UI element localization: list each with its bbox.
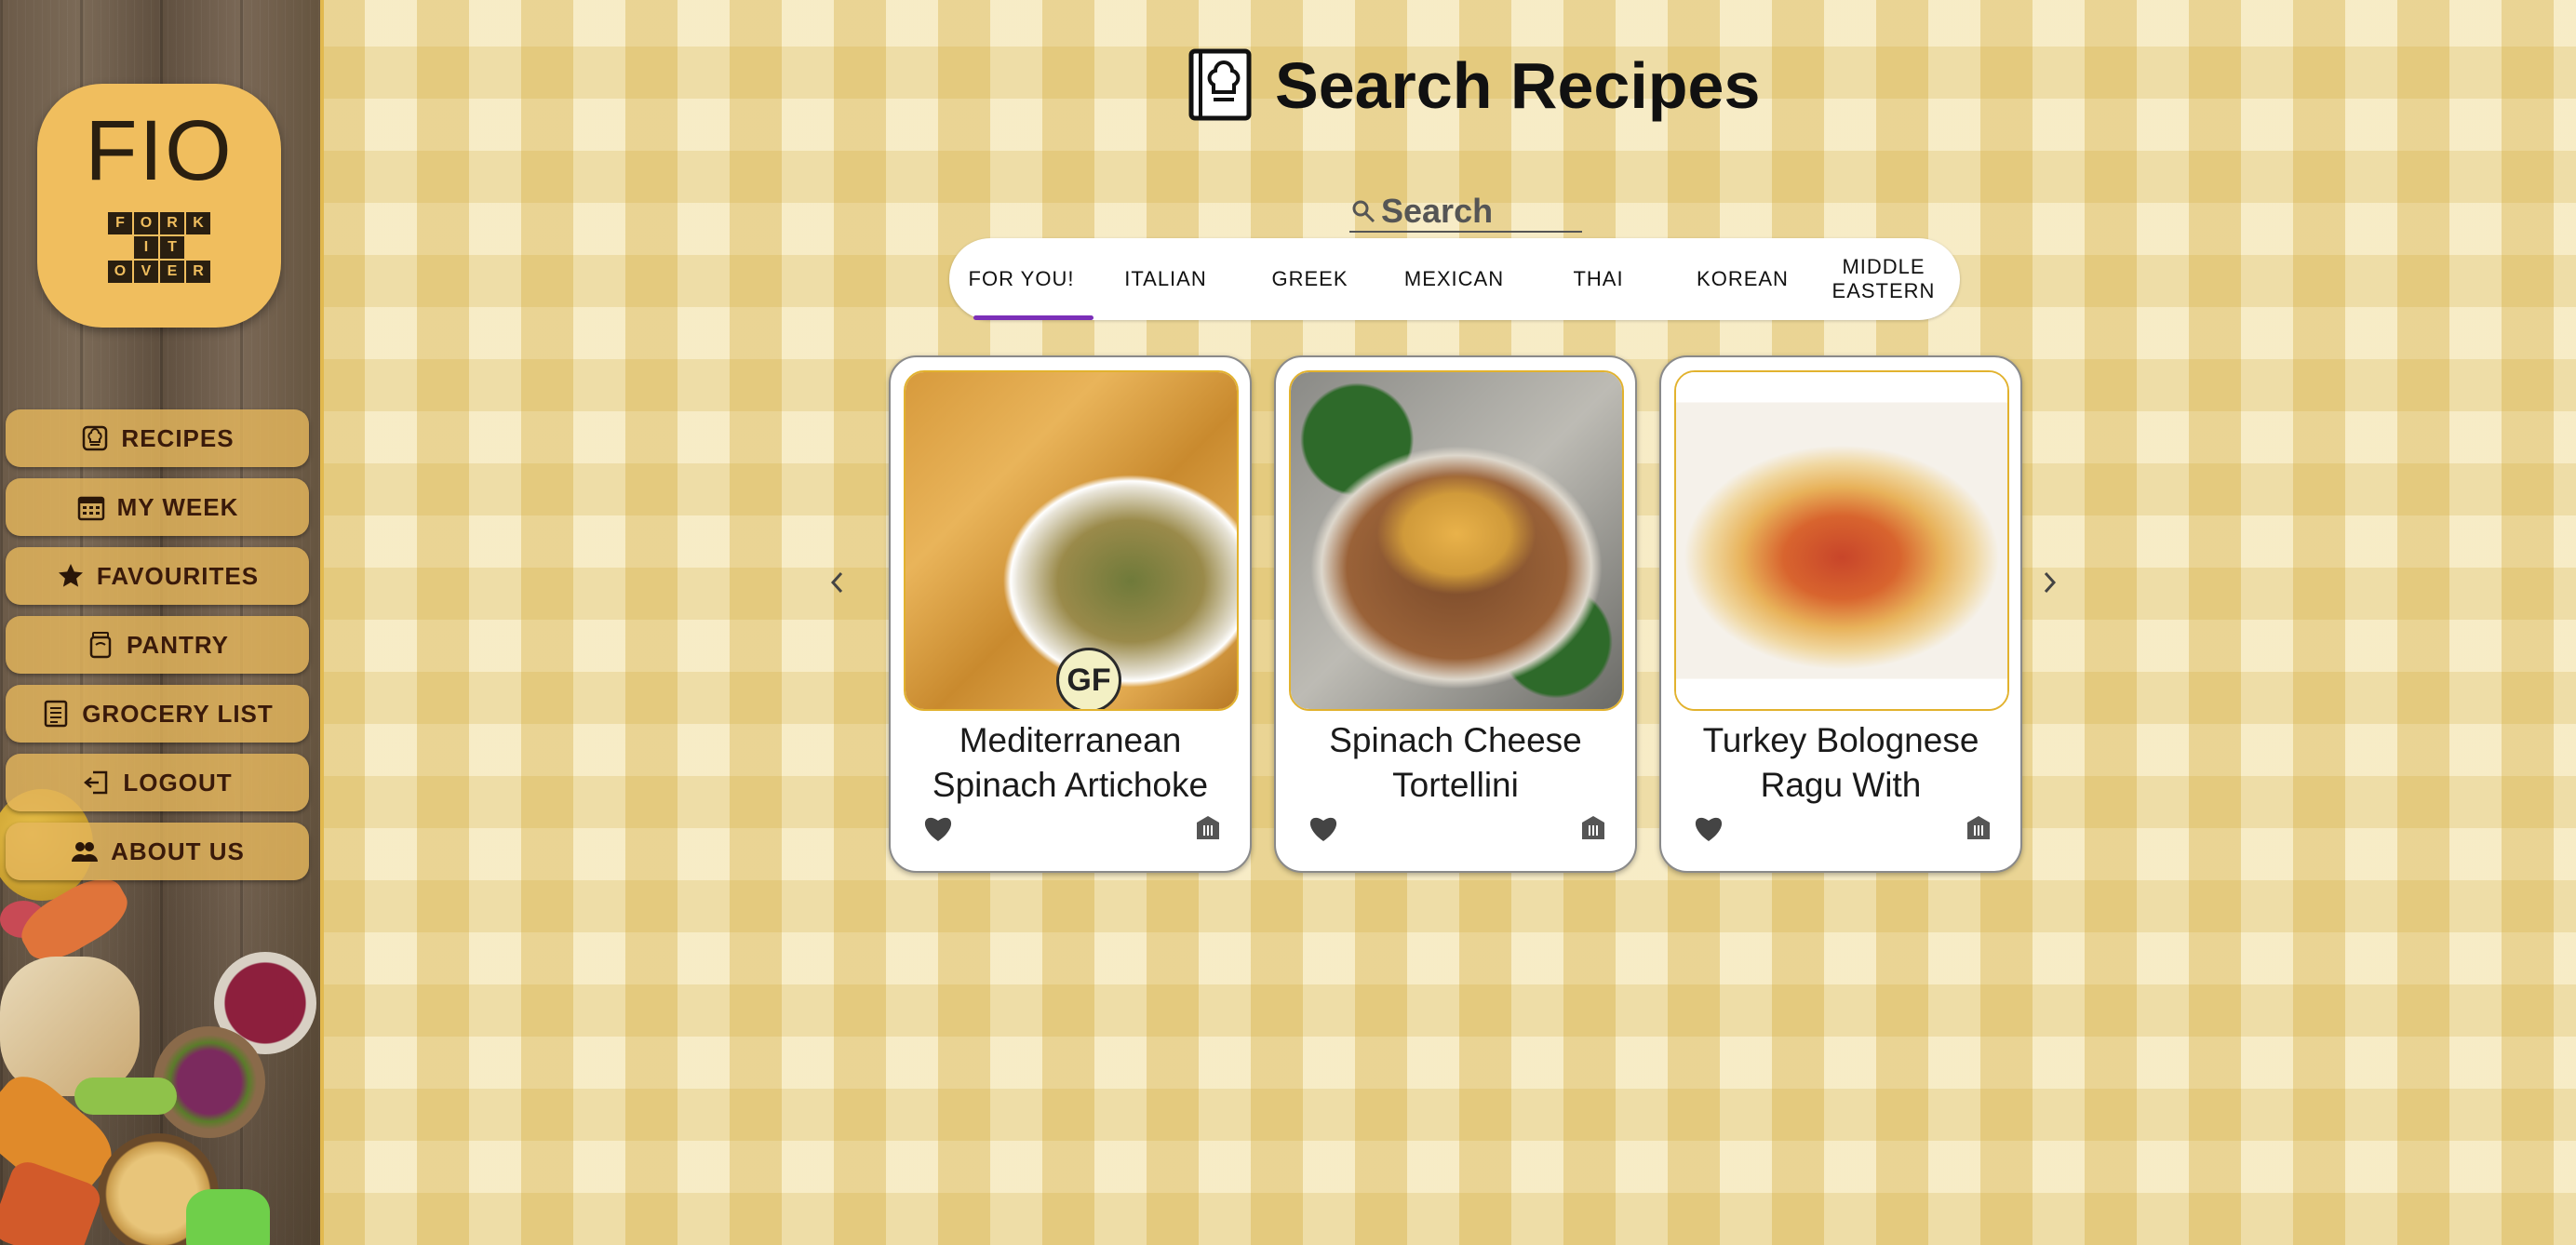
tab-for-you[interactable]: FOR YOU! bbox=[949, 238, 1093, 320]
tab-thai[interactable]: THAI bbox=[1526, 238, 1670, 320]
nav-my-week-button[interactable]: MY WEEK bbox=[6, 478, 309, 536]
list-icon bbox=[44, 700, 68, 728]
carousel-next-button[interactable] bbox=[2036, 564, 2064, 601]
logo-letter: O bbox=[108, 261, 132, 283]
logout-icon bbox=[84, 770, 108, 795]
group-icon bbox=[72, 842, 99, 862]
recipe-card[interactable]: Turkey Bolognese Ragu With bbox=[1659, 355, 2022, 873]
logo-fork-it-over: F O R K I T O V E R bbox=[108, 212, 210, 283]
nav-label: ABOUT US bbox=[111, 837, 245, 865]
logo-letter: E bbox=[160, 261, 184, 283]
recipe-card[interactable]: GF Mediterranean Spinach Artichoke bbox=[889, 355, 1252, 873]
logo-letter: R bbox=[186, 261, 210, 283]
chef-hat-icon bbox=[83, 425, 108, 451]
recipe-title[interactable]: Turkey Bolognese Ragu With bbox=[1670, 718, 2011, 808]
fio-logo[interactable]: FIO F O R K I T O V E R bbox=[37, 84, 281, 328]
chevron-left-icon bbox=[830, 571, 843, 594]
recipe-image[interactable] bbox=[1289, 370, 1624, 711]
search-bar[interactable] bbox=[1349, 192, 1582, 233]
recipe-image[interactable] bbox=[1674, 370, 2009, 711]
star-icon bbox=[58, 564, 83, 587]
tab-italian[interactable]: ITALIAN bbox=[1093, 238, 1238, 320]
sidebar: FIO F O R K I T O V E R RECIPES MY WEEK … bbox=[0, 0, 324, 1245]
nav-label: MY WEEK bbox=[116, 492, 239, 521]
search-input[interactable] bbox=[1381, 192, 1567, 231]
calendar-icon bbox=[77, 496, 104, 521]
pantry-icon[interactable] bbox=[1579, 813, 1607, 841]
logo-blank bbox=[108, 236, 132, 259]
gluten-free-badge: GF bbox=[1056, 648, 1121, 709]
nav-label: FAVOURITES bbox=[96, 561, 260, 590]
recipe-title[interactable]: Mediterranean Spinach Artichoke bbox=[900, 718, 1241, 808]
logo-letter: F bbox=[108, 212, 132, 234]
nav-label: GROCERY LIST bbox=[82, 699, 274, 728]
nav-favourites-button[interactable]: FAVOURITES bbox=[6, 547, 309, 605]
carousel-prev-button[interactable] bbox=[823, 564, 851, 601]
logo-blank bbox=[186, 236, 210, 259]
logo-letter: R bbox=[160, 212, 184, 234]
chevron-right-icon bbox=[2044, 571, 2057, 594]
pantry-icon[interactable] bbox=[1194, 813, 1222, 841]
logo-letter: I bbox=[134, 236, 158, 259]
heart-icon[interactable] bbox=[922, 813, 954, 843]
tab-mexican[interactable]: MEXICAN bbox=[1382, 238, 1526, 320]
nav-grocery-list-button[interactable]: GROCERY LIST bbox=[6, 685, 309, 743]
recipe-image[interactable]: GF bbox=[904, 370, 1239, 711]
nav-about-us-button[interactable]: ABOUT US bbox=[6, 823, 309, 880]
recipe-card[interactable]: Spinach Cheese Tortellini bbox=[1274, 355, 1637, 873]
pantry-jar-icon bbox=[89, 632, 112, 659]
logo-letter: T bbox=[160, 236, 184, 259]
nav-label: PANTRY bbox=[127, 630, 229, 659]
sidebar-nav: RECIPES MY WEEK FAVOURITES PANTRY GROCER… bbox=[6, 409, 309, 891]
heart-icon[interactable] bbox=[1693, 813, 1724, 843]
chef-book-icon bbox=[1188, 48, 1252, 121]
logo-letter: O bbox=[134, 212, 158, 234]
tab-korean[interactable]: KOREAN bbox=[1670, 238, 1815, 320]
nav-label: LOGOUT bbox=[123, 768, 233, 797]
page-header: Search Recipes bbox=[1187, 45, 1760, 127]
nav-logout-button[interactable]: LOGOUT bbox=[6, 754, 309, 811]
search-icon bbox=[1352, 200, 1375, 223]
heart-icon[interactable] bbox=[1308, 813, 1339, 843]
logo-letter: V bbox=[134, 261, 158, 283]
recipe-title[interactable]: Spinach Cheese Tortellini bbox=[1285, 718, 1626, 808]
tab-greek[interactable]: GREEK bbox=[1238, 238, 1382, 320]
pantry-icon[interactable] bbox=[1965, 813, 1992, 841]
logo-letter: K bbox=[186, 212, 210, 234]
nav-label: RECIPES bbox=[121, 423, 235, 452]
nav-recipes-button[interactable]: RECIPES bbox=[6, 409, 309, 467]
nav-pantry-button[interactable]: PANTRY bbox=[6, 616, 309, 674]
cuisine-tabs: FOR YOU! ITALIAN GREEK MEXICAN THAI KORE… bbox=[949, 238, 1960, 320]
page-title: Search Recipes bbox=[1275, 49, 1761, 122]
logo-text: FIO bbox=[85, 103, 234, 198]
tab-middle-eastern[interactable]: MIDDLE EASTERN bbox=[1815, 238, 1952, 320]
